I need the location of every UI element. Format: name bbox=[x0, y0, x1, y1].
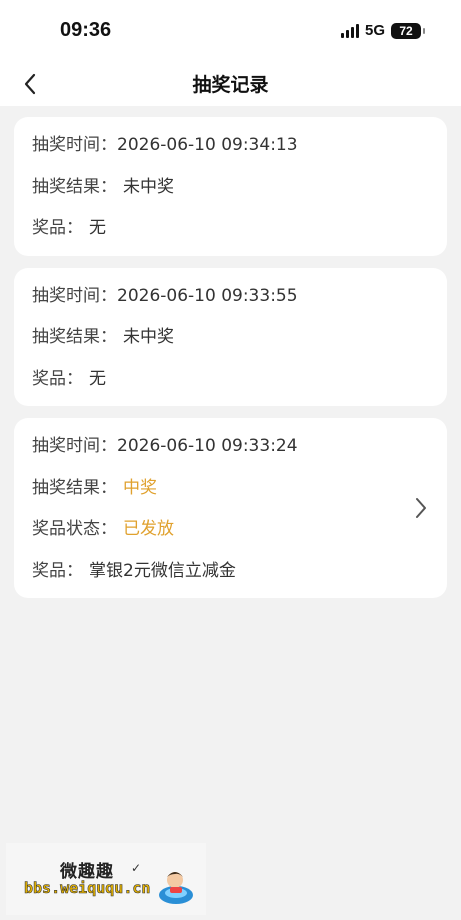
record-row-time: 抽奖时间：2026-06-10 09:33:24 bbox=[32, 426, 429, 468]
row-value: 无 bbox=[89, 218, 106, 238]
record-card: 抽奖时间：2026-06-10 09:33:55 抽奖结果： 未中奖 奖品： 无 bbox=[14, 267, 447, 406]
record-row-prize: 奖品： 无 bbox=[32, 359, 429, 401]
row-value-highlight: 已发放 bbox=[123, 519, 174, 539]
row-label: 抽奖结果： bbox=[32, 477, 117, 498]
row-value: 无 bbox=[89, 368, 106, 389]
watermark-logo-icon bbox=[159, 872, 193, 904]
row-label: 抽奖时间： bbox=[32, 135, 117, 155]
chevron-right-icon bbox=[416, 498, 426, 518]
record-row-time: 抽奖时间：2026-06-10 09:33:55 bbox=[32, 276, 429, 318]
signal-icon bbox=[340, 23, 359, 38]
detail-button[interactable] bbox=[413, 496, 429, 520]
row-label: 奖品： bbox=[32, 368, 83, 389]
record-row-result: 抽奖结果： 中奖 bbox=[32, 468, 429, 510]
row-label: 抽奖结果： bbox=[32, 327, 117, 347]
page-title: 抽奖记录 bbox=[192, 74, 269, 96]
record-card-winning[interactable]: 抽奖时间：2026-06-10 09:33:24 抽奖结果： 中奖 奖品状态： 已发… bbox=[14, 418, 447, 598]
row-value-highlight: 中奖 bbox=[123, 477, 157, 498]
row-label: 奖品： bbox=[32, 560, 83, 581]
row-value: 2026-06-10 09:33:24 bbox=[117, 436, 298, 456]
row-label: 抽奖时间： bbox=[32, 285, 117, 306]
battery-level: 72 bbox=[399, 23, 413, 38]
status-indicators: 5G 72 bbox=[340, 22, 425, 39]
status-bar: 09:36 5G 72 bbox=[0, 0, 461, 62]
record-row-prize-status: 奖品状态： 已发放 bbox=[32, 509, 429, 551]
row-value: 掌银2元微信立减金 bbox=[89, 560, 236, 581]
record-row-prize: 奖品： 无 bbox=[32, 208, 429, 250]
watermark-url: bbs.weiququ.cn bbox=[24, 879, 151, 898]
row-value: 2026-06-10 09:33:55 bbox=[117, 285, 298, 306]
row-label: 抽奖结果： bbox=[32, 176, 117, 197]
record-card: 抽奖时间：2026-06-10 09:34:13 抽奖结果： 未中奖 奖品： 无 bbox=[14, 117, 447, 256]
watermark-mark: ✓ bbox=[131, 861, 142, 875]
record-row-prize: 奖品： 掌银2元微信立减金 bbox=[32, 551, 429, 593]
record-row-time: 抽奖时间：2026-06-10 09:34:13 bbox=[32, 125, 429, 167]
row-label: 奖品状态： bbox=[32, 519, 117, 539]
record-row-result: 抽奖结果： 未中奖 bbox=[32, 317, 429, 359]
row-value: 2026-06-10 09:34:13 bbox=[117, 135, 298, 155]
record-list: 抽奖时间：2026-06-10 09:34:13 抽奖结果： 未中奖 奖品：无 抽… bbox=[14, 117, 447, 610]
watermark: 微趣趣 ✓ bbs.weiququ.cn bbox=[6, 843, 206, 915]
row-value: 未中奖 bbox=[123, 327, 174, 347]
row-label: 奖品： bbox=[32, 218, 83, 238]
row-label: 抽奖时间： bbox=[32, 436, 117, 456]
row-value: 未中奖 bbox=[123, 176, 174, 197]
record-row-result: 抽奖结果： 未中奖 bbox=[32, 167, 429, 209]
status-time: 09:36 bbox=[60, 19, 112, 41]
network-type: 5G bbox=[364, 22, 385, 39]
nav-bar: 抽奖记录 bbox=[0, 62, 461, 106]
battery-icon: 72 bbox=[391, 22, 425, 39]
